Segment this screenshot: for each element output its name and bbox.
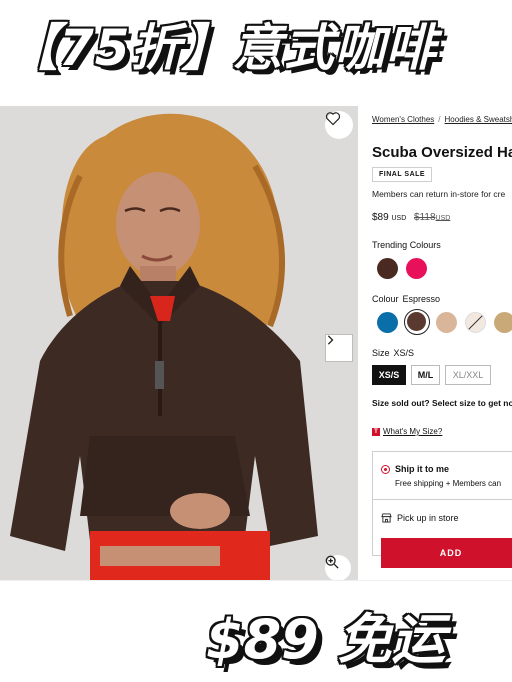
current-currency: USD [391,215,407,222]
original-price: $118USD [414,212,451,223]
strike-icon [466,313,485,332]
promo-price-free-shipping: $89 免运 [206,608,446,671]
trending-swatch-espresso[interactable] [377,258,398,279]
model-photo-illustration [0,106,358,580]
trending-swatch-pink[interactable] [406,258,427,279]
whats-my-size-text: What's My Size? [383,427,443,436]
colour-swatch-espresso-selected[interactable] [404,309,430,335]
colour-label: Colour Espresso [372,294,441,304]
promo-banner-bottom: $89 免运 [0,581,512,682]
trending-colours-label: Trending Colours [372,240,441,250]
selected-colour: Espresso [402,294,441,304]
price: $89 USD $118USD [372,212,450,223]
product-page-screenshot: Women's Clothes / Hoodies & Sweatshirt Scu… [0,106,512,580]
add-to-bag-button[interactable]: ADD [381,538,512,568]
ship-to-me-option[interactable]: Ship it to me [381,464,449,475]
size-option-xl-xxl[interactable]: XL/XXL [445,365,491,385]
final-sale-badge: FINAL SALE [372,167,433,182]
radio-selected-icon [381,465,390,475]
divider [373,499,512,500]
ship-title: Ship it to me [395,464,449,474]
size-option-m-l[interactable]: M/L [411,365,440,385]
wishlist-heart-button[interactable] [325,111,353,139]
promo-headline: 【75折】意式咖啡 [8,19,437,77]
product-details-panel: Women's Clothes / Hoodies & Sweatshirt Scu… [372,106,512,580]
colour-swatch-cream-unavailable[interactable] [465,312,486,333]
members-return-note: Members can return in-store for cre [372,189,506,199]
pickup-label: Pick up in store [397,513,459,523]
heart-icon [325,112,341,126]
size-sold-out-note: Size sold out? Select size to get no [372,398,512,408]
ship-subtext: Free shipping + Members can [395,479,502,488]
pickup-in-store-option[interactable]: Pick up in store [381,513,459,523]
size-label: Size XS/S [372,348,415,358]
fulfillment-options: Ship it to me Free shipping + Members ca… [372,451,512,568]
size-guide-icon: T [372,427,380,436]
product-image[interactable] [0,106,358,580]
product-title: Scuba Oversized Ha [372,144,512,161]
current-price: $89 [372,212,389,223]
colour-swatch-blue[interactable] [377,312,398,333]
next-image-button[interactable] [325,334,353,362]
size-option-xs-s[interactable]: XS/S [372,365,406,385]
breadcrumb: Women's Clothes / Hoodies & Sweatshirt [372,115,512,124]
colour-swatch-tan[interactable] [436,312,457,333]
selected-size: XS/S [393,348,415,358]
breadcrumb-separator: / [438,115,441,124]
promo-banner-top: 【75折】意式咖啡 [0,0,512,100]
colour-swatch-khaki[interactable] [494,312,512,333]
breadcrumb-hoodies[interactable]: Hoodies & Sweatshirt [445,115,512,124]
chevron-right-icon [327,335,334,345]
store-icon [381,513,392,523]
zoom-button[interactable] [325,555,351,580]
zoom-in-icon [325,555,339,569]
whats-my-size-link[interactable]: T What's My Size? [372,427,442,436]
breadcrumb-womens-clothes[interactable]: Women's Clothes [372,115,434,124]
